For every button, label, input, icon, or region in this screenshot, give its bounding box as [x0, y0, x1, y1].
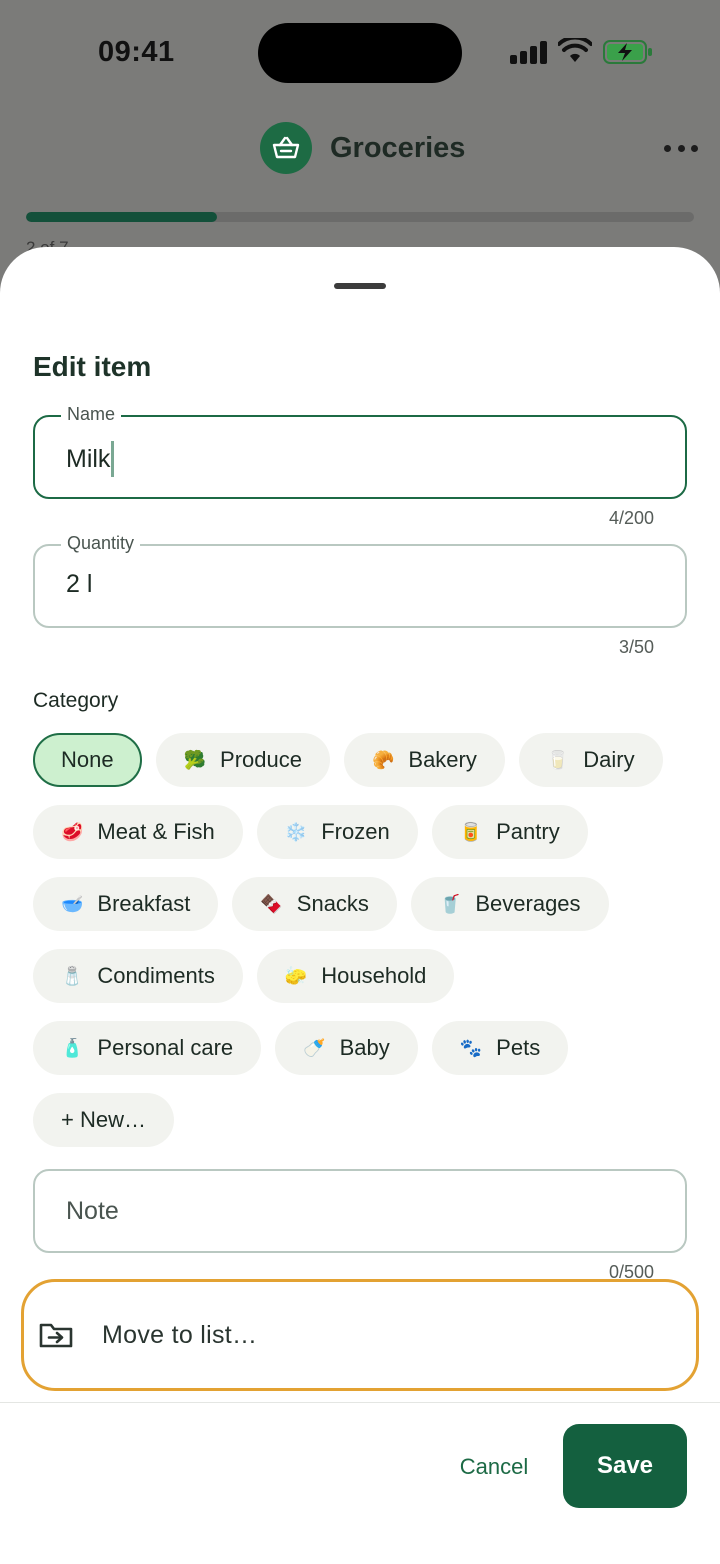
category-chip-label: Household	[321, 963, 427, 988]
name-field[interactable]: Name Milk	[33, 404, 687, 499]
sheet-title: Edit item	[33, 351, 152, 382]
category-chip-beverages[interactable]: 🥤 Beverages	[410, 877, 609, 931]
category-chip-label: Snacks	[296, 891, 369, 916]
category-chip-bakery[interactable]: 🥐 Bakery	[343, 733, 505, 787]
category-chip-label: Baby	[339, 1035, 390, 1060]
note-field[interactable]: Note	[33, 1169, 687, 1253]
category-chip-label: Beverages	[475, 891, 581, 916]
household-icon: 🧽	[284, 965, 308, 986]
baby-icon: 🍼	[303, 1037, 326, 1058]
note-field-placeholder: Note	[66, 1197, 119, 1225]
category-chip-label: None	[61, 747, 114, 772]
sheet-drag-handle[interactable]	[334, 283, 386, 289]
quantity-char-counter: 3/50	[618, 637, 654, 657]
category-chip-label: Condiments	[97, 963, 215, 988]
category-chip-none[interactable]: None	[33, 733, 142, 787]
cellular-signal-icon	[510, 40, 548, 64]
category-chip-breakfast[interactable]: 🥣 Breakfast	[33, 877, 219, 931]
pantry-icon: 🥫	[459, 821, 483, 842]
category-chip-label: + New…	[61, 1107, 146, 1132]
text-caret	[111, 441, 115, 477]
condiments-icon: 🧂	[61, 965, 84, 986]
list-progress-bar	[26, 212, 694, 222]
category-chip-label: Dairy	[583, 747, 635, 772]
category-chip-condiments[interactable]: 🧂 Condiments	[33, 949, 243, 1003]
category-chip-meat-fish[interactable]: 🥩 Meat & Fish	[33, 805, 243, 859]
folder-move-icon	[39, 1323, 73, 1348]
category-label: Category	[33, 689, 119, 712]
frozen-icon: ❄️	[284, 821, 308, 842]
name-char-counter: 4/200	[608, 508, 654, 528]
list-progress-fill	[26, 212, 217, 222]
snacks-icon: 🍫	[260, 893, 283, 914]
personal-care-icon: 🧴	[61, 1037, 84, 1058]
category-chip-label: Bakery	[408, 747, 477, 772]
wifi-icon	[558, 38, 592, 62]
category-chip-frozen[interactable]: ❄️ Frozen	[256, 805, 418, 859]
save-button[interactable]: Save	[563, 1424, 687, 1508]
category-chip-new[interactable]: + New…	[33, 1093, 174, 1147]
name-field-label: Name	[61, 404, 122, 425]
status-time: 09:41	[98, 36, 175, 68]
edit-item-sheet: Edit item Name Milk 4/200 Quantity 2 l 3…	[0, 247, 720, 1564]
cancel-button[interactable]: Cancel	[440, 1443, 548, 1491]
quantity-field-label: Quantity	[61, 533, 141, 554]
footer-divider	[0, 1402, 720, 1403]
category-chip-dairy[interactable]: 🥛 Dairy	[518, 733, 663, 787]
battery-charging-icon	[603, 40, 652, 64]
list-title: Groceries	[330, 132, 466, 164]
category-chip-produce[interactable]: 🥦 Produce	[155, 733, 330, 787]
produce-icon: 🥦	[183, 749, 207, 770]
beverages-icon: 🥤	[438, 893, 462, 914]
category-chip-label: Produce	[220, 747, 302, 772]
category-chip-label: Meat & Fish	[97, 819, 215, 844]
category-chip-household[interactable]: 🧽 Household	[256, 949, 455, 1003]
quantity-field[interactable]: Quantity 2 l	[33, 533, 687, 628]
pets-icon: 🐾	[459, 1037, 483, 1058]
move-to-list-button[interactable]: Move to list…	[21, 1279, 699, 1391]
basket-icon	[260, 122, 312, 174]
category-chip-pets[interactable]: 🐾 Pets	[431, 1021, 569, 1075]
bakery-icon: 🥐	[371, 749, 395, 770]
category-chip-group: None 🥦 Produce 🥐 Bakery 🥛 Dairy 🥩 Meat & Fish ❄️ F…	[33, 733, 693, 1147]
more-options-icon[interactable]	[664, 136, 698, 160]
quantity-field-value: 2 l	[66, 570, 93, 598]
dairy-icon: 🥛	[546, 749, 570, 770]
category-chip-pantry[interactable]: 🥫 Pantry	[431, 805, 588, 859]
category-chip-label: Frozen	[321, 819, 390, 844]
category-chip-label: Personal care	[97, 1035, 234, 1060]
move-to-list-label: Move to list…	[102, 1320, 258, 1349]
category-chip-baby[interactable]: 🍼 Baby	[275, 1021, 418, 1075]
category-chip-snacks[interactable]: 🍫 Snacks	[232, 877, 397, 931]
breakfast-icon: 🥣	[61, 893, 84, 914]
dynamic-island	[258, 23, 462, 83]
category-chip-label: Breakfast	[97, 891, 191, 916]
category-chip-label: Pets	[496, 1035, 541, 1060]
name-field-value: Milk	[66, 444, 111, 473]
meat-fish-icon: 🥩	[61, 821, 84, 842]
category-chip-personal-care[interactable]: 🧴 Personal care	[33, 1021, 262, 1075]
category-chip-label: Pantry	[496, 819, 560, 844]
